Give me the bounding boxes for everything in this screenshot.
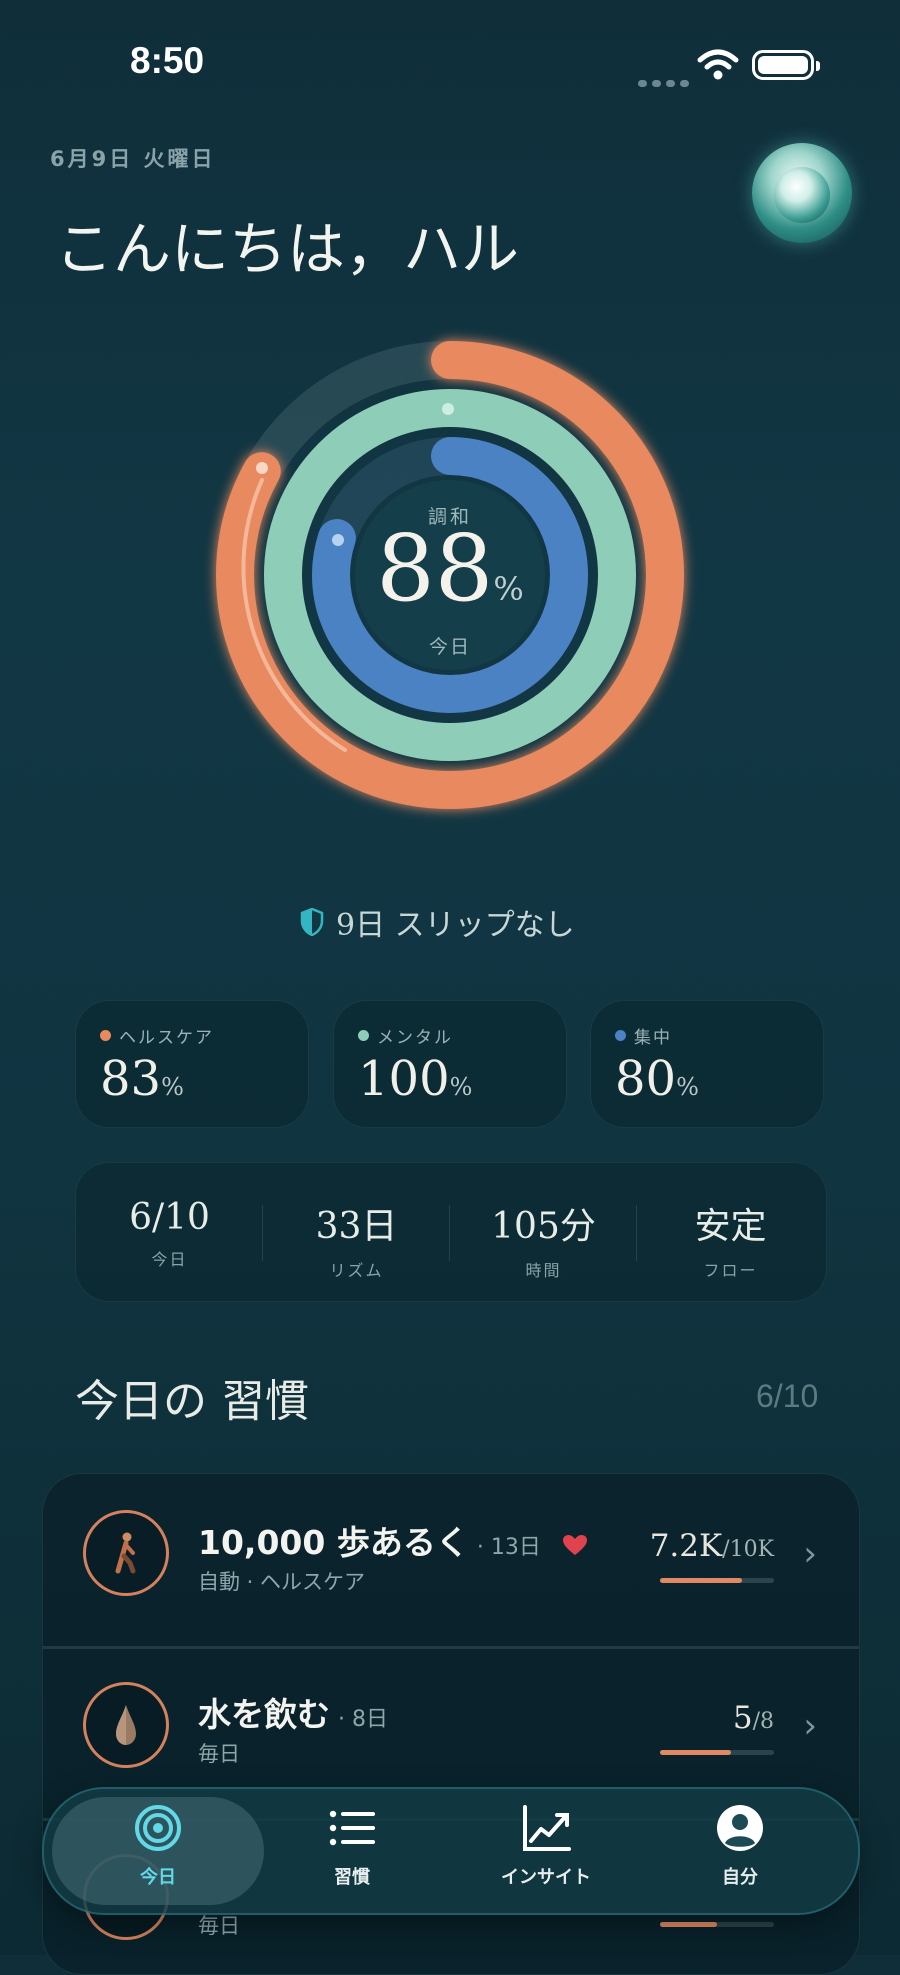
greeting-title: こんにちは，ハル (55, 215, 520, 283)
stat-card-mental[interactable]: メンタル 100% (333, 1000, 567, 1128)
stat-value: 100 (358, 1051, 450, 1107)
habit-progress-bar (660, 1922, 774, 1927)
habit-subtitle: 自動 · ヘルスケア (198, 1570, 366, 1594)
stat-value: 83 (100, 1051, 162, 1107)
harmony-value: 88 (376, 515, 494, 622)
habit-title: 10,000 歩あるく (198, 1523, 469, 1562)
stat-card-health[interactable]: ヘルスケア 83% (75, 1000, 309, 1128)
metric-label: 今日 (151, 1250, 188, 1269)
mental-dot-icon (358, 1030, 369, 1041)
stat-value: 80 (615, 1051, 677, 1107)
metric-value: 33日 (315, 1206, 398, 1247)
stat-label: メンタル (377, 1028, 453, 1048)
habits-section-title: 今日の 習慣 (75, 1376, 309, 1427)
heart-icon (563, 1534, 588, 1555)
stat-label: 集中 (634, 1028, 672, 1048)
wifi-icon (696, 48, 740, 86)
tab-label: 習慣 (334, 1867, 370, 1888)
metric-value: 105分 (491, 1206, 596, 1247)
tab-today[interactable]: 今日 (68, 1803, 248, 1903)
habit-streak-days: · 8日 (338, 1707, 388, 1732)
stat-unit: % (449, 1073, 473, 1101)
daily-metrics: 6/10 今日 33日リズム 105分時間 安定フロー (75, 1162, 827, 1302)
shield-icon (300, 908, 324, 936)
habit-streak-days: · 13日 (476, 1535, 541, 1560)
habit-progress: 5 (732, 1700, 753, 1736)
streak-text: 9日 スリップなし (336, 908, 575, 943)
chevron-right-icon: › (803, 1706, 817, 1746)
habit-total: /10K (722, 1537, 774, 1562)
metric-rhythm: 33日リズム (263, 1163, 450, 1301)
stat-unit: % (676, 1073, 699, 1101)
tab-habits[interactable]: 習慣 (262, 1803, 442, 1903)
metric-value: 安定 (694, 1206, 767, 1247)
ring-sublabel: 今日 (428, 636, 471, 658)
habit-row-walk[interactable]: 10,000 歩あるく · 13日 自動 · ヘルスケア 7.2K/10K › (43, 1474, 859, 1649)
list-icon (329, 1810, 375, 1846)
avatar[interactable] (752, 143, 852, 243)
habit-progress-bar (660, 1578, 774, 1583)
metric-label: フロー (703, 1261, 758, 1280)
stat-label: ヘルスケア (119, 1028, 214, 1048)
habit-total: /8 (752, 1709, 774, 1734)
streak-indicator: 9日 スリップなし (300, 900, 575, 944)
harmony-unit: % (493, 570, 524, 608)
stat-card-focus[interactable]: 集中 80% (590, 1000, 824, 1128)
tab-label: 自分 (722, 1867, 758, 1888)
cellular-signal-icon (638, 72, 694, 87)
profile-icon (717, 1805, 763, 1851)
tab-label: インサイト (501, 1867, 591, 1888)
metric-label: リズム (329, 1261, 384, 1280)
habits-section-count: 6/10 (756, 1378, 819, 1414)
water-drop-icon (83, 1682, 169, 1768)
target-icon (135, 1805, 181, 1851)
chevron-right-icon: › (803, 1534, 817, 1574)
tab-label: 今日 (140, 1867, 176, 1888)
tab-insights[interactable]: インサイト (456, 1803, 636, 1903)
habit-progress: 7.2K (649, 1528, 723, 1564)
status-time: 8:50 (130, 40, 205, 81)
metric-time: 105分時間 (450, 1163, 637, 1301)
habit-subtitle: 毎日 (198, 1742, 240, 1766)
metric-label: 時間 (525, 1261, 562, 1280)
habit-progress-bar (660, 1750, 774, 1755)
battery-icon (752, 50, 820, 80)
harmony-percentage: 88% (340, 515, 560, 622)
tab-profile[interactable]: 自分 (650, 1803, 830, 1903)
bottom-tab-bar: 今日 習慣 インサイト 自分 (42, 1787, 860, 1915)
metric-flow: 安定 フロー (637, 1163, 824, 1301)
health-dot-icon (100, 1030, 111, 1041)
focus-dot-icon (615, 1030, 626, 1041)
metric-value: 6/10 (129, 1197, 210, 1238)
habit-title: 水を飲む (198, 1695, 330, 1734)
stat-unit: % (161, 1073, 184, 1101)
date-label: 6月9日 火曜日 (50, 147, 216, 171)
chart-icon (523, 1805, 571, 1851)
walking-person-icon (83, 1510, 169, 1596)
metric-today: 6/10 今日 (76, 1163, 263, 1301)
